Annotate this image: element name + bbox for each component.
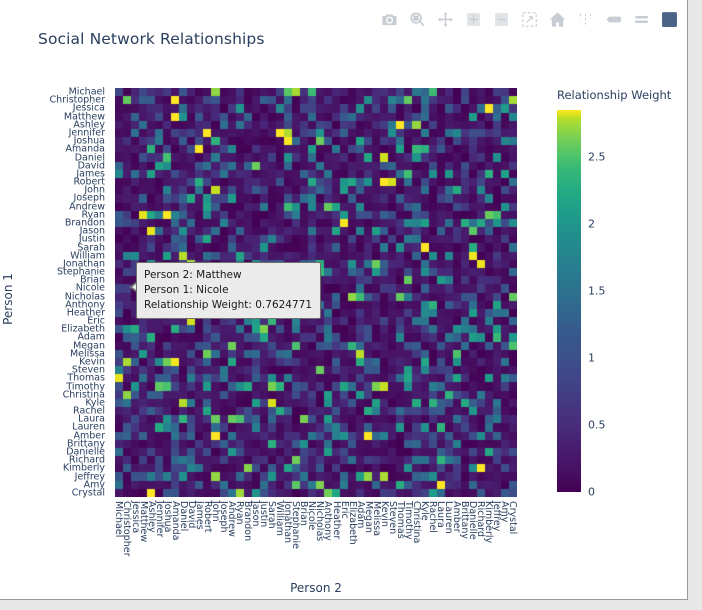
x-axis-title: Person 2 [290,581,342,595]
download-plot-icon[interactable] [380,10,399,29]
plot-container: Social Network Relationships Michael Chri… [0,0,688,600]
colorbar-title: Relationship Weight [557,88,672,102]
colorbar-tick-label: 1 [588,351,595,365]
zoom-icon[interactable] [408,10,427,29]
show-closest-data-icon[interactable] [604,10,623,29]
pan-icon[interactable] [436,10,455,29]
tooltip-weight: Relationship Weight: 0.7624771 [144,299,313,311]
compare-data-icon[interactable] [632,10,651,29]
tooltip-person1: Person 1: Nicole [144,284,229,296]
y-axis-tick-labels: Michael Christopher Jessica Matthew Ashley Je… [0,87,110,499]
plotly-modebar[interactable] [380,8,679,30]
toggle-spike-lines-icon[interactable] [576,10,595,29]
colorbar-tick-label: 0.5 [588,418,606,432]
x-tick-label: Crystal [507,501,519,535]
colorbar-tick-label: 2 [588,217,595,231]
colorbar-tick-label: 0 [588,485,595,499]
x-axis-tick-labels: Michael Christopher Jessica Matthew Ashley Je… [113,497,519,577]
colorbar-tick-label: 2.5 [588,150,606,164]
colorbar-gradient [557,110,581,492]
y-axis-title: Person 1 [1,273,15,325]
colorbar: Relationship Weight 2.5 2 1.5 1 0.5 0 [557,88,697,500]
colorbar-tick-label: 1.5 [588,284,606,298]
hover-tooltip: Person 2: Matthew Person 1: Nicole Relat… [136,262,322,319]
plotly-logo-icon[interactable] [660,10,679,29]
zoom-in-icon[interactable] [464,10,483,29]
page-title: Social Network Relationships [38,30,265,48]
tooltip-person2: Person 2: Matthew [144,269,242,281]
autoscale-icon[interactable] [520,10,539,29]
zoom-out-icon[interactable] [492,10,511,29]
y-tick-label: Crystal [71,487,105,499]
reset-axes-icon[interactable] [548,10,567,29]
